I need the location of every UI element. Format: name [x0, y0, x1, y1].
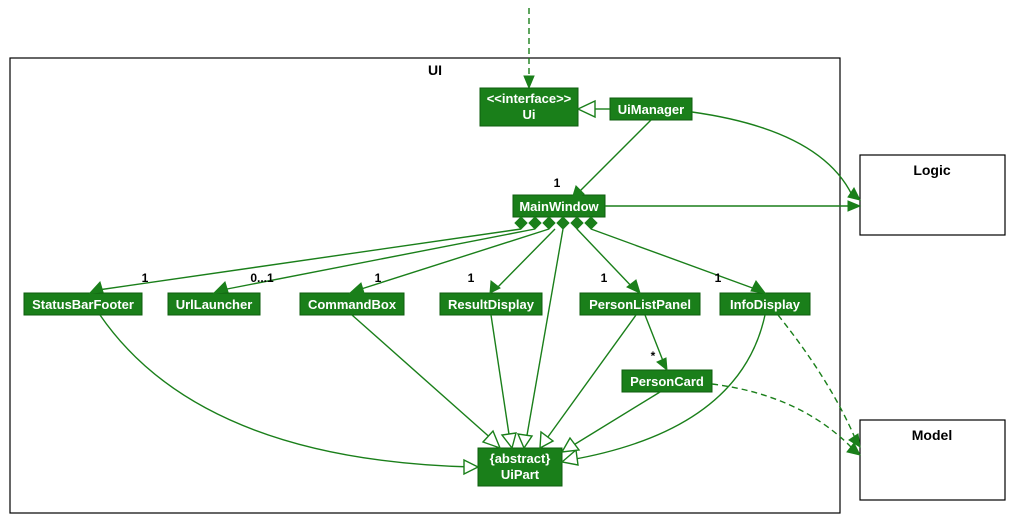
multiplicity-label: 1	[601, 271, 608, 285]
package-ui-label: UI	[428, 62, 442, 78]
triangle-icon	[502, 433, 516, 448]
arrowhead-icon	[627, 280, 640, 293]
class-infodisplay-name: InfoDisplay	[730, 297, 801, 312]
multiplicity-label: 1	[142, 271, 149, 285]
multiplicity-label: *	[651, 349, 656, 363]
diamond-icon	[543, 217, 555, 229]
arrowhead-icon	[90, 282, 103, 293]
class-mainwindow-name: MainWindow	[519, 199, 599, 214]
edge-rd-uipart	[491, 315, 510, 441]
edge-mw-infodisplay	[591, 229, 758, 290]
multiplicity-label: 1	[468, 271, 475, 285]
edge-mw-uipart	[526, 229, 563, 441]
class-resultdisplay-name: ResultDisplay	[448, 297, 535, 312]
multiplicity-label: 1	[375, 271, 382, 285]
triangle-icon	[518, 434, 532, 448]
arrowhead-icon	[490, 281, 500, 293]
arrowhead-icon	[524, 76, 534, 88]
diamond-icon	[585, 217, 597, 229]
package-model-label: Model	[912, 427, 952, 443]
package-logic-label: Logic	[913, 162, 951, 178]
diamond-icon	[571, 217, 583, 229]
edge-personcard-to-model	[712, 384, 852, 448]
edge-uimanager-to-mainwindow	[578, 120, 651, 193]
triangle-icon	[464, 460, 478, 474]
class-urllauncher-name: UrlLauncher	[176, 297, 253, 312]
diamond-icon	[529, 217, 541, 229]
multiplicity-label: 0...1	[250, 271, 274, 285]
diamond-icon	[557, 217, 569, 229]
triangle-icon	[562, 438, 579, 452]
edge-sbf-uipart	[100, 315, 472, 467]
uml-diagram: UI Logic Model <<interface>> Ui UiManage…	[0, 0, 1013, 523]
package-ui	[10, 58, 840, 513]
class-uipart-name: UiPart	[501, 467, 540, 482]
arrowhead-icon	[657, 358, 667, 370]
edge-uimanager-to-logic	[692, 112, 852, 195]
edge-mw-statusbarfooter	[98, 229, 521, 290]
edge-pc-uipart	[572, 392, 660, 446]
class-statusbarfooter-name: StatusBarFooter	[32, 297, 134, 312]
class-ui-stereotype: <<interface>>	[487, 91, 572, 106]
triangle-icon	[540, 432, 553, 448]
arrowhead-icon	[848, 201, 860, 211]
arrowhead-icon	[350, 283, 364, 293]
class-ui-name: Ui	[523, 107, 536, 122]
multiplicity-label: 1	[715, 271, 722, 285]
multiplicity-label: 1	[554, 176, 561, 190]
edge-cb-uipart	[352, 315, 494, 441]
arrowhead-icon	[214, 282, 228, 293]
class-uimanager-name: UiManager	[618, 102, 684, 117]
class-uipart-stereotype: {abstract}	[490, 451, 551, 466]
class-personcard-name: PersonCard	[630, 374, 704, 389]
triangle-icon	[578, 101, 595, 117]
class-personlistpanel-name: PersonListPanel	[589, 297, 691, 312]
arrowhead-icon	[751, 281, 765, 293]
class-commandbox-name: CommandBox	[308, 297, 397, 312]
diamond-icon	[515, 217, 527, 229]
edge-mw-resultdisplay	[495, 229, 555, 290]
